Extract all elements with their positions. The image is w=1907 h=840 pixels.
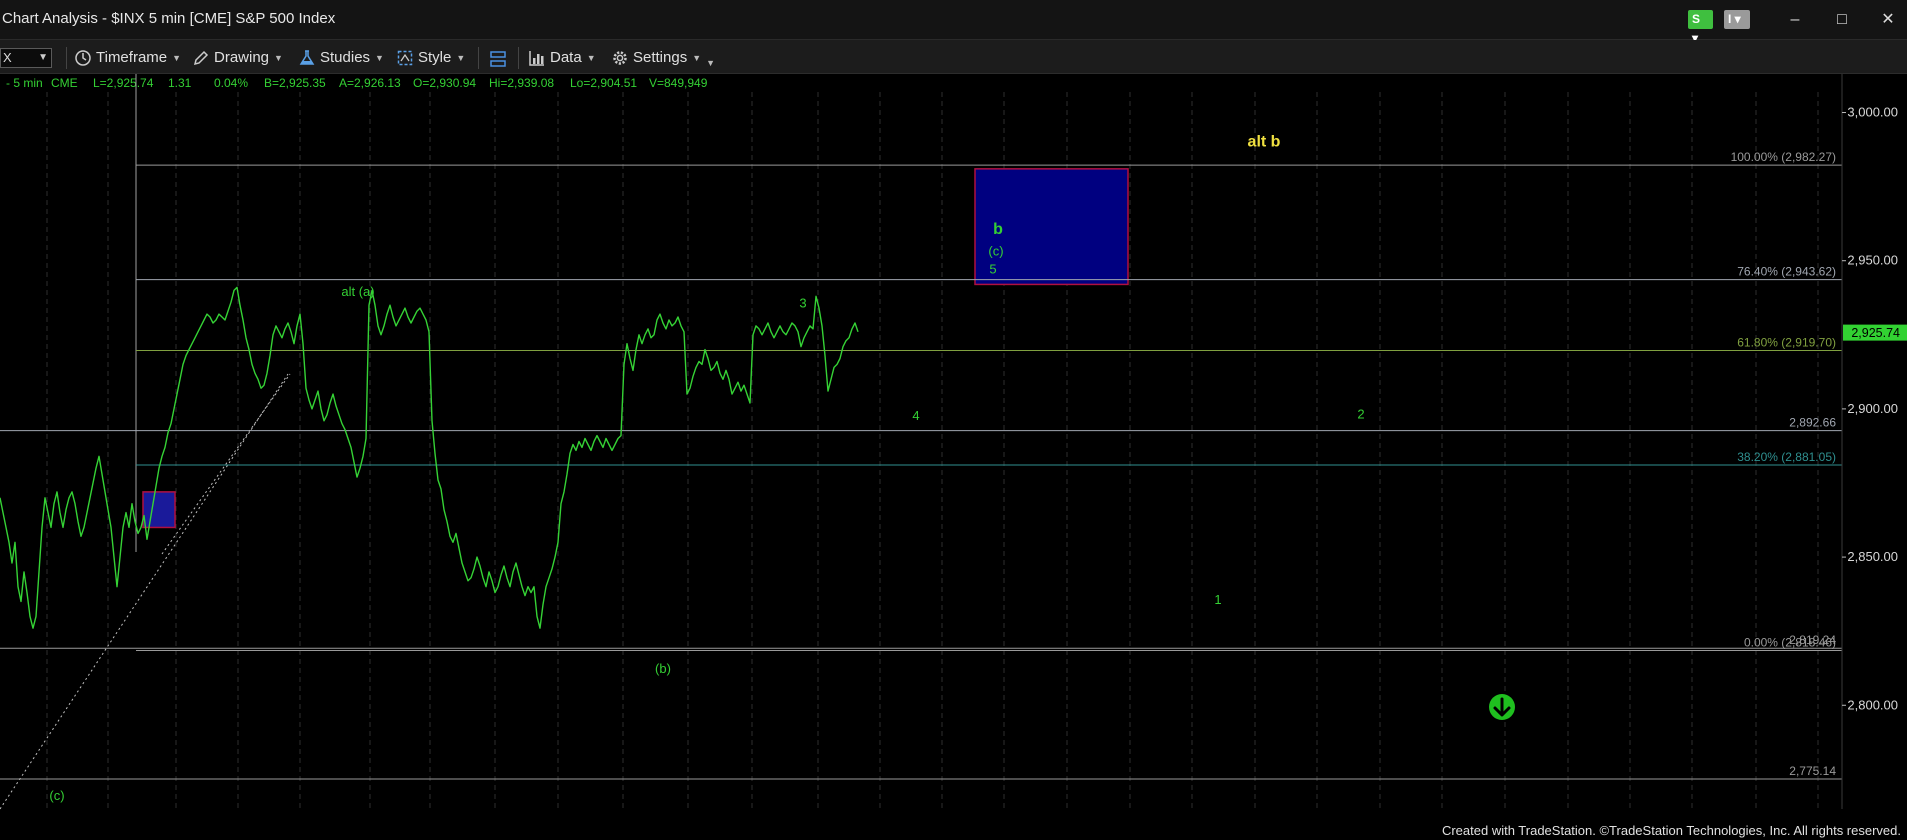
wave-label-7: 2 [1357,406,1364,421]
chevron-down-icon: ▼ [586,53,596,64]
status-line: - 5 min CME L=2,925.74 1.31 0.04% B=2,925.35 A… [6,76,708,90]
wave-label-8: 1 [1214,592,1221,607]
status-item-7: O=2,930.94 [413,76,476,90]
layout-button[interactable] [488,49,512,69]
y-tick-label-1: 2,950.00 [1847,253,1898,268]
status-item-10: V=849,949 [649,76,708,90]
layout-icon [490,51,506,67]
chevron-down-icon: ▼ [274,53,283,64]
level-label-7: 2,775.14 [1789,764,1836,778]
style-label: Style [418,49,452,66]
style-button[interactable]: Style ▼ [396,49,465,69]
price-axis: 3,000.00 2,950.00 2,900.00 2,850.00 2,800.00… [1841,74,1907,809]
target-box-1 [142,491,176,529]
chevron-down-icon: ▼ [456,53,466,64]
level-label-0: 100.00% (2,982.27) [1731,150,1836,164]
level-label-3: 2,892.66 [1789,416,1836,430]
y-tick-label-0: 3,000.00 [1847,105,1898,120]
indicator-badge[interactable]: I ▾ [1724,10,1750,29]
target-boxes [142,168,1129,529]
timeframe-button[interactable]: Timeframe ▼ [74,49,181,69]
toolbar: X ▼ Timeframe ▼ Drawing ▼ Studies ▼ Style ▼ D… [0,40,1907,74]
studies-label: Studies [320,49,371,66]
price-chart[interactable]: - 5 min CME L=2,925.74 1.31 0.04% B=2,925.35 A… [0,74,1907,824]
trendline-1 [161,373,291,555]
y-tick-label-3: 2,850.00 [1847,549,1898,564]
status-item-9: Lo=2,904.51 [570,76,637,90]
toolbar-divider [66,47,67,69]
minimize-button[interactable]: – [1783,8,1807,32]
symbol-value: X [3,50,12,65]
data-button[interactable]: Data ▼ [528,49,596,69]
close-button[interactable]: ✕ [1876,8,1900,32]
maximize-button[interactable]: □ [1830,8,1854,32]
chevron-down-icon: ▼ [375,53,384,64]
toolbar-divider [518,47,519,69]
style-icon [397,50,413,66]
status-item-6: A=2,926.13 [339,76,401,90]
chevron-down-icon: ▼ [38,52,48,63]
trendline-0 [0,373,289,810]
drawing-button[interactable]: Drawing ▼ [192,49,283,69]
symbol-input[interactable]: X ▼ [0,48,52,68]
wave-label-5: 3 [799,295,806,310]
settings-button[interactable]: Settings ▼ ▼ [611,49,715,69]
copyright-footer: Created with TradeStation. ©TradeStation… [1441,823,1901,838]
settings-label: Settings [633,49,688,66]
wave-label-2: (c) [988,243,1003,258]
wave-label-1: b [993,221,1003,238]
status-item-1: CME [51,76,78,90]
bar-chart-icon [529,51,544,66]
chevron-down-icon: ▼ [692,53,702,64]
pen-icon [193,50,209,66]
chart-grid [46,74,1819,809]
wave-label-6: 4 [912,408,919,423]
down-arrow-icon[interactable] [1489,694,1515,720]
level-label-1: 76.40% (2,943.62) [1737,265,1836,279]
chevron-down-icon: ▼ [172,53,182,64]
toolbar-divider [478,47,479,69]
data-label: Data [550,49,582,66]
price-series-line-0 [0,286,859,629]
gear-icon [613,51,627,65]
status-item-4: 0.04% [214,76,248,90]
flask-icon [299,50,315,65]
status-item-5: B=2,925.35 [264,76,326,90]
trendlines [0,373,291,810]
drawing-label: Drawing [214,49,270,66]
title-bar: Chart Analysis - $INX 5 min [CME] S&P 50… [0,0,1907,45]
wave-label-10: (c) [49,788,64,803]
status-item-3: 1.31 [168,76,192,90]
level-label-4: 38.20% (2,881.05) [1737,450,1836,464]
studies-button[interactable]: Studies ▼ [298,49,384,69]
wave-labels: alt b b (c) 5 alt (a) 3 4 2 1 (b) (c) [49,133,1364,802]
fibonacci-levels: 100.00% (2,982.27) 76.40% (2,943.62) 61.80… [0,150,1842,780]
level-label-2: 61.80% (2,919.70) [1737,336,1836,350]
status-item-8: Hi=2,939.08 [489,76,554,90]
wave-label-0: alt b [1248,133,1281,150]
y-tick-label-2: 2,900.00 [1847,401,1898,416]
y-tick-label-4: 2,800.00 [1847,697,1898,712]
window-title: Chart Analysis - $INX 5 min [CME] S&P 50… [2,10,336,27]
wave-label-3: 5 [989,262,996,277]
timeframe-label: Timeframe [96,49,168,66]
status-item-2: L=2,925.74 [93,76,154,90]
wave-label-9: (b) [655,661,671,676]
level-label-6: 2,819.24 [1789,633,1836,647]
status-item-0: - 5 min [6,76,43,90]
clock-icon [75,50,91,66]
price-series [0,286,859,629]
chevron-down-icon: ▼ [706,58,716,69]
last-price-label: 2,925.74 [1851,326,1900,340]
wave-label-4: alt (a) [341,284,374,299]
strategy-badge[interactable]: S ▾ [1688,10,1713,45]
